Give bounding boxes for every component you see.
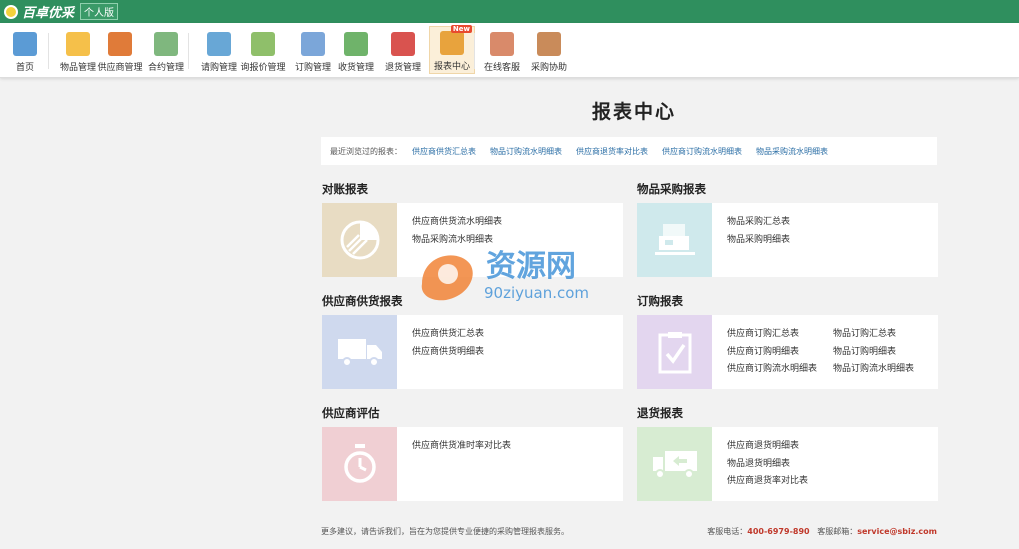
report-card-returns: 供应商退货明细表 物品退货明细表 供应商退货率对比表 (637, 427, 938, 501)
toolbar-label: 报表中心 (433, 62, 470, 72)
footer: 更多建议，请告诉我们，旨在为您提供专业便捷的采购管理报表服务。 客服电话：400… (321, 519, 937, 543)
contract-icon (154, 32, 178, 56)
main-toolbar: 首页 物品管理 供应商管理 合约管理 请购管理 询报价管理 订购管理 收货管理 退货管理 报表中心… (0, 23, 1019, 78)
report-link[interactable]: 供应商退货明细表 (727, 438, 808, 456)
report-card-supply: 供应商供货汇总表 供应商供货明细表 (322, 315, 623, 389)
report-link[interactable]: 供应商订购流水明细表 (727, 361, 817, 379)
report-link[interactable]: 供应商供货汇总表 (412, 326, 484, 344)
report-link[interactable]: 物品采购汇总表 (727, 214, 790, 232)
toolbar-divider (188, 33, 189, 69)
phone-number: 400-6979-890 (747, 526, 810, 536)
report-link[interactable]: 物品退货明细表 (727, 456, 808, 474)
toolbar-label: 询报价管理 (240, 63, 286, 73)
section-title-evaluate: 供应商评估 (322, 406, 380, 420)
boxes-icon[interactable] (637, 203, 712, 277)
stopwatch-icon[interactable] (322, 427, 397, 501)
report-link[interactable]: 供应商供货准时率对比表 (412, 438, 511, 456)
service-icon (490, 32, 514, 56)
toolbar-label: 订购管理 (294, 63, 331, 73)
toolbar-label: 供应商管理 (97, 63, 143, 73)
recent-report-link[interactable]: 物品订购流水明细表 (490, 146, 562, 157)
toolbar-item-1[interactable]: 物品管理 (55, 28, 101, 73)
section-title-purchase: 物品采购报表 (637, 182, 706, 196)
section-title-order: 订购报表 (637, 294, 683, 308)
report-link[interactable]: 物品订购明细表 (833, 344, 914, 362)
toolbar-label: 物品管理 (59, 63, 96, 73)
home-icon (13, 32, 37, 56)
toolbar-label: 请购管理 (200, 63, 237, 73)
return-icon (391, 32, 415, 56)
clipboard-check-icon[interactable] (637, 315, 712, 389)
toolbar-label: 退货管理 (384, 63, 421, 73)
order-icon (301, 32, 325, 56)
email-label: 客服邮箱： (817, 526, 858, 536)
toolbar-item-6[interactable]: 订购管理 (290, 28, 336, 73)
report-card-order: 供应商订购汇总表 供应商订购明细表 供应商订购流水明细表 物品订购汇总表 物品订… (637, 315, 938, 389)
report-link[interactable]: 物品订购汇总表 (833, 326, 914, 344)
edition-badge: 个人版 (80, 3, 119, 20)
report-icon (440, 31, 464, 55)
box-icon (66, 32, 90, 56)
watermark: 资源网 90ziyuan.com (418, 244, 608, 304)
toolbar-item-3[interactable]: 合约管理 (143, 28, 189, 73)
assist-icon (537, 32, 561, 56)
toolbar-label: 收货管理 (337, 63, 374, 73)
request-icon (207, 32, 231, 56)
section-title-reconcile: 对账报表 (322, 182, 368, 196)
report-link[interactable]: 物品采购明细表 (727, 232, 790, 250)
toolbar-item-2[interactable]: 供应商管理 (97, 28, 143, 73)
quote-icon (251, 32, 275, 56)
recent-report-link[interactable]: 供应商订购流水明细表 (662, 146, 742, 157)
report-link[interactable]: 供应商退货率对比表 (727, 473, 808, 491)
watermark-url: 90ziyuan.com (484, 284, 589, 302)
toolbar-label: 在线客服 (483, 63, 520, 73)
recent-reports-bar: 最近浏览过的报表： 供应商供货汇总表 物品订购流水明细表 供应商退货率对比表 供… (321, 137, 937, 165)
toolbar-divider (48, 33, 49, 69)
report-link[interactable]: 供应商供货流水明细表 (412, 214, 502, 232)
footer-suggestion: 更多建议，请告诉我们，旨在为您提供专业便捷的采购管理报表服务。 (321, 526, 569, 536)
section-title-supply: 供应商供货报表 (322, 294, 403, 308)
recent-reports-label: 最近浏览过的报表： (330, 146, 402, 156)
report-link[interactable]: 供应商订购汇总表 (727, 326, 817, 344)
recent-report-link[interactable]: 物品采购流水明细表 (756, 146, 828, 157)
watermark-text: 资源网 (486, 249, 576, 284)
recent-report-link[interactable]: 供应商供货汇总表 (412, 146, 476, 157)
report-card-evaluate: 供应商供货准时率对比表 (322, 427, 623, 501)
logo-icon (4, 4, 18, 19)
app-brand: 百卓优采 (22, 6, 75, 21)
toolbar-item-9[interactable]: 报表中心 New (429, 25, 475, 74)
toolbar-label: 首页 (15, 63, 34, 73)
toolbar-item-7[interactable]: 收货管理 (333, 28, 379, 73)
toolbar-item-8[interactable]: 退货管理 (380, 28, 426, 73)
toolbar-item-10[interactable]: 在线客服 (479, 28, 525, 73)
toolbar-item-0[interactable]: 首页 (2, 28, 48, 73)
toolbar-item-11[interactable]: 采购协助 (526, 28, 572, 73)
page-title: 报表中心 (592, 101, 677, 123)
toolbar-item-5[interactable]: 询报价管理 (240, 28, 286, 73)
phone-label: 客服电话： (707, 526, 748, 536)
recent-report-link[interactable]: 供应商退货率对比表 (576, 146, 648, 157)
report-link[interactable]: 供应商供货明细表 (412, 344, 484, 362)
toolbar-divider (474, 33, 475, 69)
pie-icon[interactable] (322, 203, 397, 277)
return-truck-icon[interactable] (637, 427, 712, 501)
toolbar-label: 采购协助 (530, 63, 567, 73)
receive-icon (344, 32, 368, 56)
truck-icon[interactable] (322, 315, 397, 389)
report-link[interactable]: 供应商订购明细表 (727, 344, 817, 362)
email-address[interactable]: service@sbiz.com (857, 527, 937, 536)
title-bar: 百卓优采 个人版 (0, 0, 1019, 23)
toolbar-item-4[interactable]: 请购管理 (196, 28, 242, 73)
supplier-icon (108, 32, 132, 56)
footer-contact: 客服电话：400-6979-890 客服邮箱：service@sbiz.com (707, 526, 937, 537)
report-link[interactable]: 物品订购流水明细表 (833, 361, 914, 379)
new-badge: New (450, 25, 472, 33)
section-title-returns: 退货报表 (637, 406, 683, 420)
toolbar-label: 合约管理 (147, 63, 184, 73)
report-card-purchase: 物品采购汇总表 物品采购明细表 (637, 203, 938, 277)
